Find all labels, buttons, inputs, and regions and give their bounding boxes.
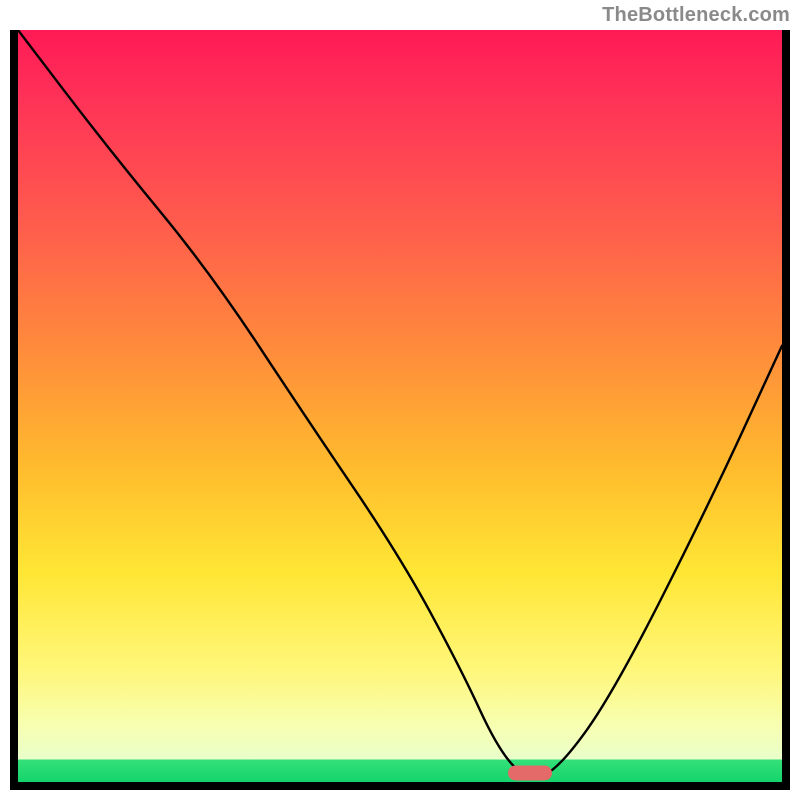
chart-frame bbox=[10, 30, 790, 790]
bottleneck-curve-line bbox=[18, 30, 782, 782]
optimal-marker bbox=[508, 765, 552, 780]
watermark-text: TheBottleneck.com bbox=[602, 4, 790, 27]
